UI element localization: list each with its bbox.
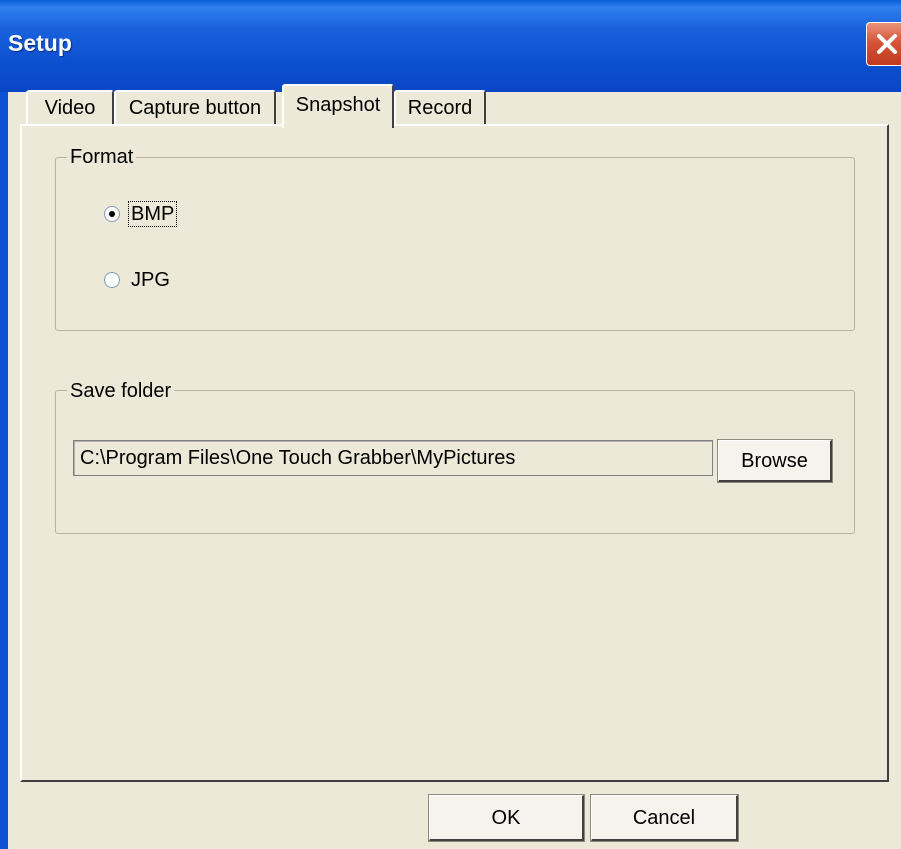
window-title: Setup: [8, 30, 72, 56]
tab-snapshot[interactable]: Snapshot: [282, 84, 394, 128]
format-group-label: Format: [67, 146, 137, 168]
tab-record-label: Record: [407, 97, 473, 119]
tab-snapshot-label: Snapshot: [295, 94, 381, 116]
save-folder-path-field[interactable]: C:\Program Files\One Touch Grabber\MyPic…: [73, 440, 713, 476]
title-bar[interactable]: Setup: [0, 0, 901, 92]
format-group: [55, 157, 855, 331]
ok-button[interactable]: OK: [429, 795, 584, 841]
jpg-radio-label[interactable]: JPG: [131, 268, 170, 292]
tab-capture-button[interactable]: Capture button: [114, 90, 276, 124]
tab-video-label: Video: [44, 97, 96, 119]
tab-record[interactable]: Record: [394, 90, 486, 124]
ok-button-label: OK: [491, 807, 521, 829]
tab-video[interactable]: Video: [26, 90, 114, 124]
bmp-radio-label[interactable]: BMP: [127, 201, 178, 227]
cancel-button-label: Cancel: [632, 807, 696, 829]
tab-capture-button-label: Capture button: [128, 97, 262, 119]
cancel-button[interactable]: Cancel: [591, 795, 738, 841]
close-icon: [877, 34, 897, 54]
window-frame-left: [0, 92, 8, 849]
jpg-radio[interactable]: [104, 272, 120, 288]
browse-button-label: Browse: [741, 450, 808, 472]
bmp-radio[interactable]: [104, 206, 120, 222]
save-folder-group-label: Save folder: [67, 380, 175, 402]
close-button[interactable]: [866, 22, 901, 66]
browse-button[interactable]: Browse: [718, 440, 832, 482]
